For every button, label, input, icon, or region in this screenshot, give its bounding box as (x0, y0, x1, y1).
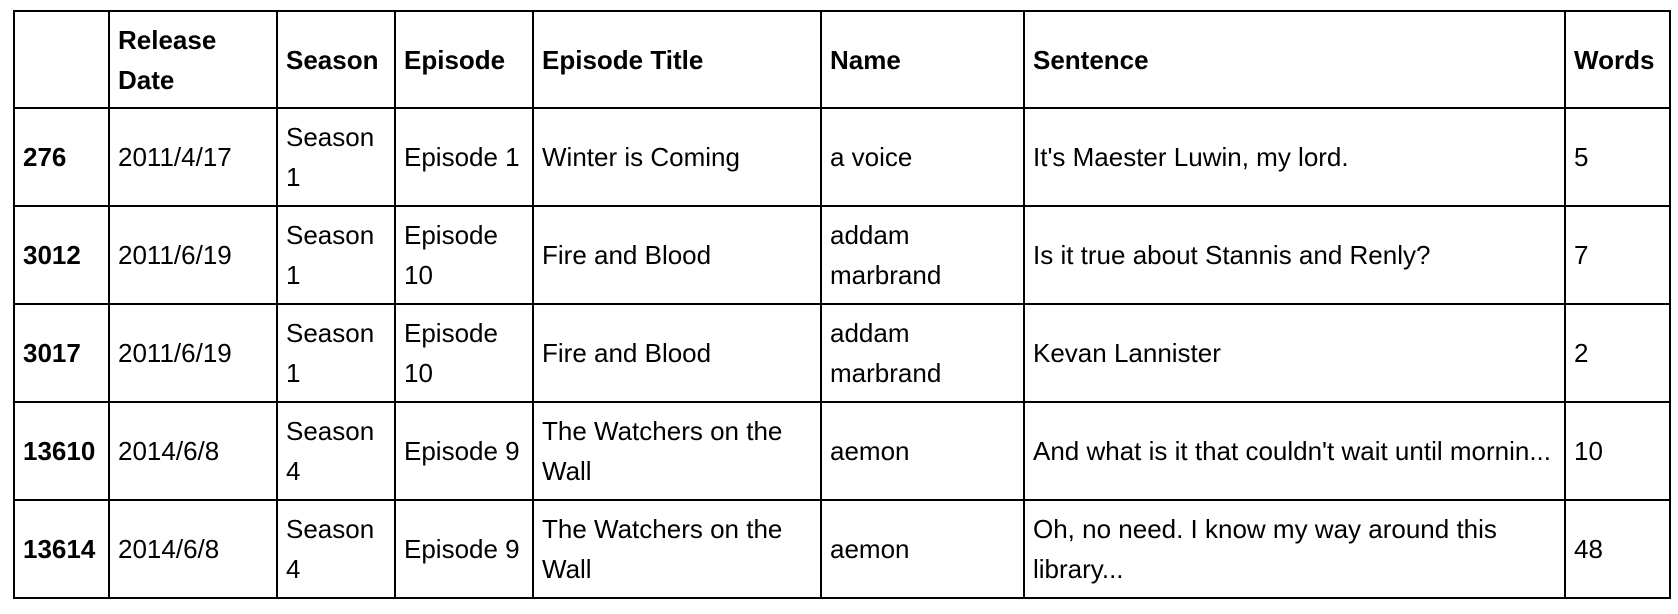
header-name: Name (820, 10, 1025, 109)
episode-title-cell: Fire and Blood (532, 303, 822, 403)
episode-cell: Episode 10 (394, 205, 534, 305)
row-index: 3017 (13, 303, 110, 403)
words-cell: 48 (1564, 499, 1671, 599)
release-date-cell: 2011/4/17 (108, 107, 278, 207)
season-cell: Season 4 (276, 499, 396, 599)
name-cell: aemon (820, 401, 1025, 501)
season-cell: Season 1 (276, 107, 396, 207)
row-index: 3012 (13, 205, 110, 305)
table-row: 276 2011/4/17 Season 1 Episode 1 Winter … (13, 107, 1671, 207)
episode-title-cell: The Watchers on the Wall (532, 499, 822, 599)
episode-cell: Episode 10 (394, 303, 534, 403)
header-episode-title: Episode Title (532, 10, 822, 109)
row-index: 13610 (13, 401, 110, 501)
name-cell: a voice (820, 107, 1025, 207)
release-date-cell: 2011/6/19 (108, 303, 278, 403)
header-sentence: Sentence (1023, 10, 1566, 109)
header-season: Season (276, 10, 396, 109)
sentence-cell: It's Maester Luwin, my lord. (1023, 107, 1566, 207)
episode-cell: Episode 9 (394, 401, 534, 501)
words-cell: 10 (1564, 401, 1671, 501)
episode-title-cell: Winter is Coming (532, 107, 822, 207)
row-index: 276 (13, 107, 110, 207)
header-words: Words (1564, 10, 1671, 109)
name-cell: addam marbrand (820, 303, 1025, 403)
header-episode: Episode (394, 10, 534, 109)
row-index: 13614 (13, 499, 110, 599)
words-cell: 2 (1564, 303, 1671, 403)
header-release-date: Release Date (108, 10, 278, 109)
sentence-cell: Is it true about Stannis and Renly? (1023, 205, 1566, 305)
release-date-cell: 2014/6/8 (108, 499, 278, 599)
season-cell: Season 1 (276, 303, 396, 403)
sentence-cell: Kevan Lannister (1023, 303, 1566, 403)
name-cell: addam marbrand (820, 205, 1025, 305)
header-index (13, 10, 110, 109)
release-date-cell: 2011/6/19 (108, 205, 278, 305)
sentence-cell: Oh, no need. I know my way around this l… (1023, 499, 1566, 599)
sentence-cell: And what is it that couldn't wait until … (1023, 401, 1566, 501)
words-cell: 5 (1564, 107, 1671, 207)
episode-title-cell: The Watchers on the Wall (532, 401, 822, 501)
name-cell: aemon (820, 499, 1025, 599)
table-row: 13614 2014/6/8 Season 4 Episode 9 The Wa… (13, 499, 1671, 599)
header-row: Release Date Season Episode Episode Titl… (13, 10, 1671, 109)
episode-title-cell: Fire and Blood (532, 205, 822, 305)
season-cell: Season 1 (276, 205, 396, 305)
season-cell: Season 4 (276, 401, 396, 501)
words-cell: 7 (1564, 205, 1671, 305)
episode-cell: Episode 9 (394, 499, 534, 599)
table-row: 3012 2011/6/19 Season 1 Episode 10 Fire … (13, 205, 1671, 305)
table-row: 13610 2014/6/8 Season 4 Episode 9 The Wa… (13, 401, 1671, 501)
release-date-cell: 2014/6/8 (108, 401, 278, 501)
data-table: Release Date Season Episode Episode Titl… (13, 10, 1671, 599)
episode-cell: Episode 1 (394, 107, 534, 207)
table-row: 3017 2011/6/19 Season 1 Episode 10 Fire … (13, 303, 1671, 403)
